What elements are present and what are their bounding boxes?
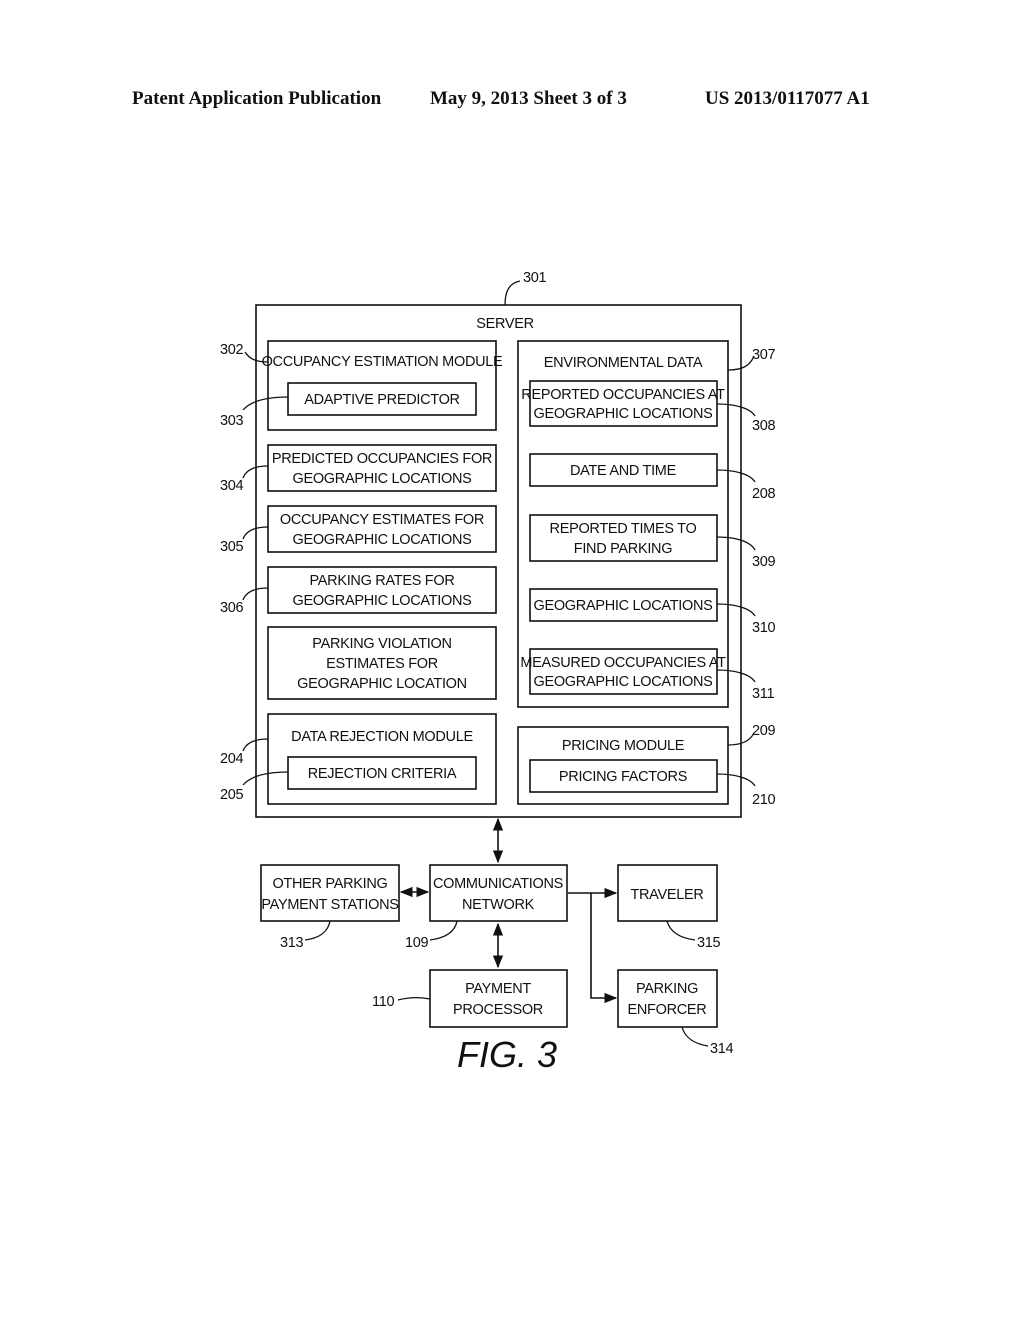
ref-314: 314 [710,1041,734,1057]
environmental-data-title: ENVIRONMENTAL DATA [544,355,703,371]
ref-311: 311 [752,686,774,702]
parking-enforcer-line1: PARKING [636,981,698,997]
ref-308: 308 [752,418,776,434]
network-enforcer-arrow [590,893,618,1004]
parking-enforcer-box [617,969,718,1028]
figure-caption: FIG. 3 [457,1034,557,1075]
leader-315 [666,920,696,941]
parking-violation-line1: PARKING VIOLATION [312,636,451,652]
parking-violation-line2: ESTIMATES FOR [326,656,438,672]
ref-209: 209 [752,723,776,739]
reported-times-line2: FIND PARKING [574,541,672,557]
ref-303: 303 [220,413,244,429]
payment-processor-block: PAYMENT PROCESSOR 110 [372,969,568,1028]
payment-processor-line2: PROCESSOR [453,1002,543,1018]
leader-301 [504,280,521,306]
measured-occupancies-line2: GEOGRAPHIC LOCATIONS [533,674,712,690]
occupancy-estimates-line2: GEOGRAPHIC LOCATIONS [292,532,471,548]
ref-110: 110 [372,994,394,1010]
ref-208: 208 [752,486,776,502]
predicted-occupancies-line2: GEOGRAPHIC LOCATIONS [292,471,471,487]
ref-305: 305 [220,539,244,555]
server-title: SERVER [476,316,534,332]
pricing-module-title: PRICING MODULE [562,738,685,754]
leader-109 [429,920,458,941]
ref-304: 304 [220,478,244,494]
other-payment-stations-line1: OTHER PARKING [272,876,387,892]
communications-network-line2: NETWORK [462,897,535,913]
measured-occupancies-line1: MEASURED OCCUPANCIES AT [520,655,726,671]
module-title: OCCUPANCY ESTIMATION MODULE [262,354,503,370]
leader-110 [397,996,431,1001]
parking-violation-line3: GEOGRAPHIC LOCATION [297,676,467,692]
predicted-occupancies-line1: PREDICTED OCCUPANCIES FOR [272,451,492,467]
occupancy-estimates-line1: OCCUPANCY ESTIMATES FOR [280,512,484,528]
parking-rates-line2: GEOGRAPHIC LOCATIONS [292,593,471,609]
payment-processor-box [429,969,568,1028]
ref-205: 205 [220,787,244,803]
ref-313: 313 [280,935,304,951]
rejection-criteria-label: REJECTION CRITERIA [308,766,457,782]
ref-204: 204 [220,751,244,767]
parking-enforcer-block: PARKING ENFORCER 314 [617,969,734,1057]
parking-rates-line1: PARKING RATES FOR [309,573,454,589]
ref-210: 210 [752,792,776,808]
reported-times-line1: REPORTED TIMES TO [550,521,697,537]
geographic-locations-label: GEOGRAPHIC LOCATIONS [533,598,712,614]
ref-307: 307 [752,347,776,363]
leader-313 [304,920,331,941]
leader-314 [681,1026,709,1047]
block-diagram: SERVER 301 OCCUPANCY ESTIMATION MODULE A… [220,270,776,1075]
adaptive-predictor-label: ADAPTIVE PREDICTOR [304,392,459,408]
pricing-factors-label: PRICING FACTORS [559,769,687,785]
payment-processor-line1: PAYMENT [465,981,531,997]
ref-109: 109 [405,935,429,951]
reported-occupancies-line2: GEOGRAPHIC LOCATIONS [533,406,712,422]
traveler-block: TRAVELER 315 [617,864,721,951]
ref-306: 306 [220,600,244,616]
traveler-label: TRAVELER [630,887,703,903]
parking-enforcer-line2: ENFORCER [628,1002,707,1018]
ref-302: 302 [220,342,244,358]
ref-301: 301 [523,270,547,286]
other-payment-stations-line2: PAYMENT STATIONS [261,897,398,913]
communications-network-line1: COMMUNICATIONS [433,876,563,892]
ref-309: 309 [752,554,776,570]
communications-network-block: COMMUNICATIONS NETWORK 109 [405,864,568,951]
ref-310: 310 [752,620,776,636]
data-rejection-title: DATA REJECTION MODULE [291,729,473,745]
other-payment-stations-block: OTHER PARKING PAYMENT STATIONS 313 [260,864,400,951]
date-time-label: DATE AND TIME [570,463,677,479]
parking-violation-block: PARKING VIOLATION ESTIMATES FOR GEOGRAPH… [267,626,497,700]
ref-315: 315 [697,935,721,951]
reported-occupancies-line1: REPORTED OCCUPANCIES AT [521,387,725,403]
